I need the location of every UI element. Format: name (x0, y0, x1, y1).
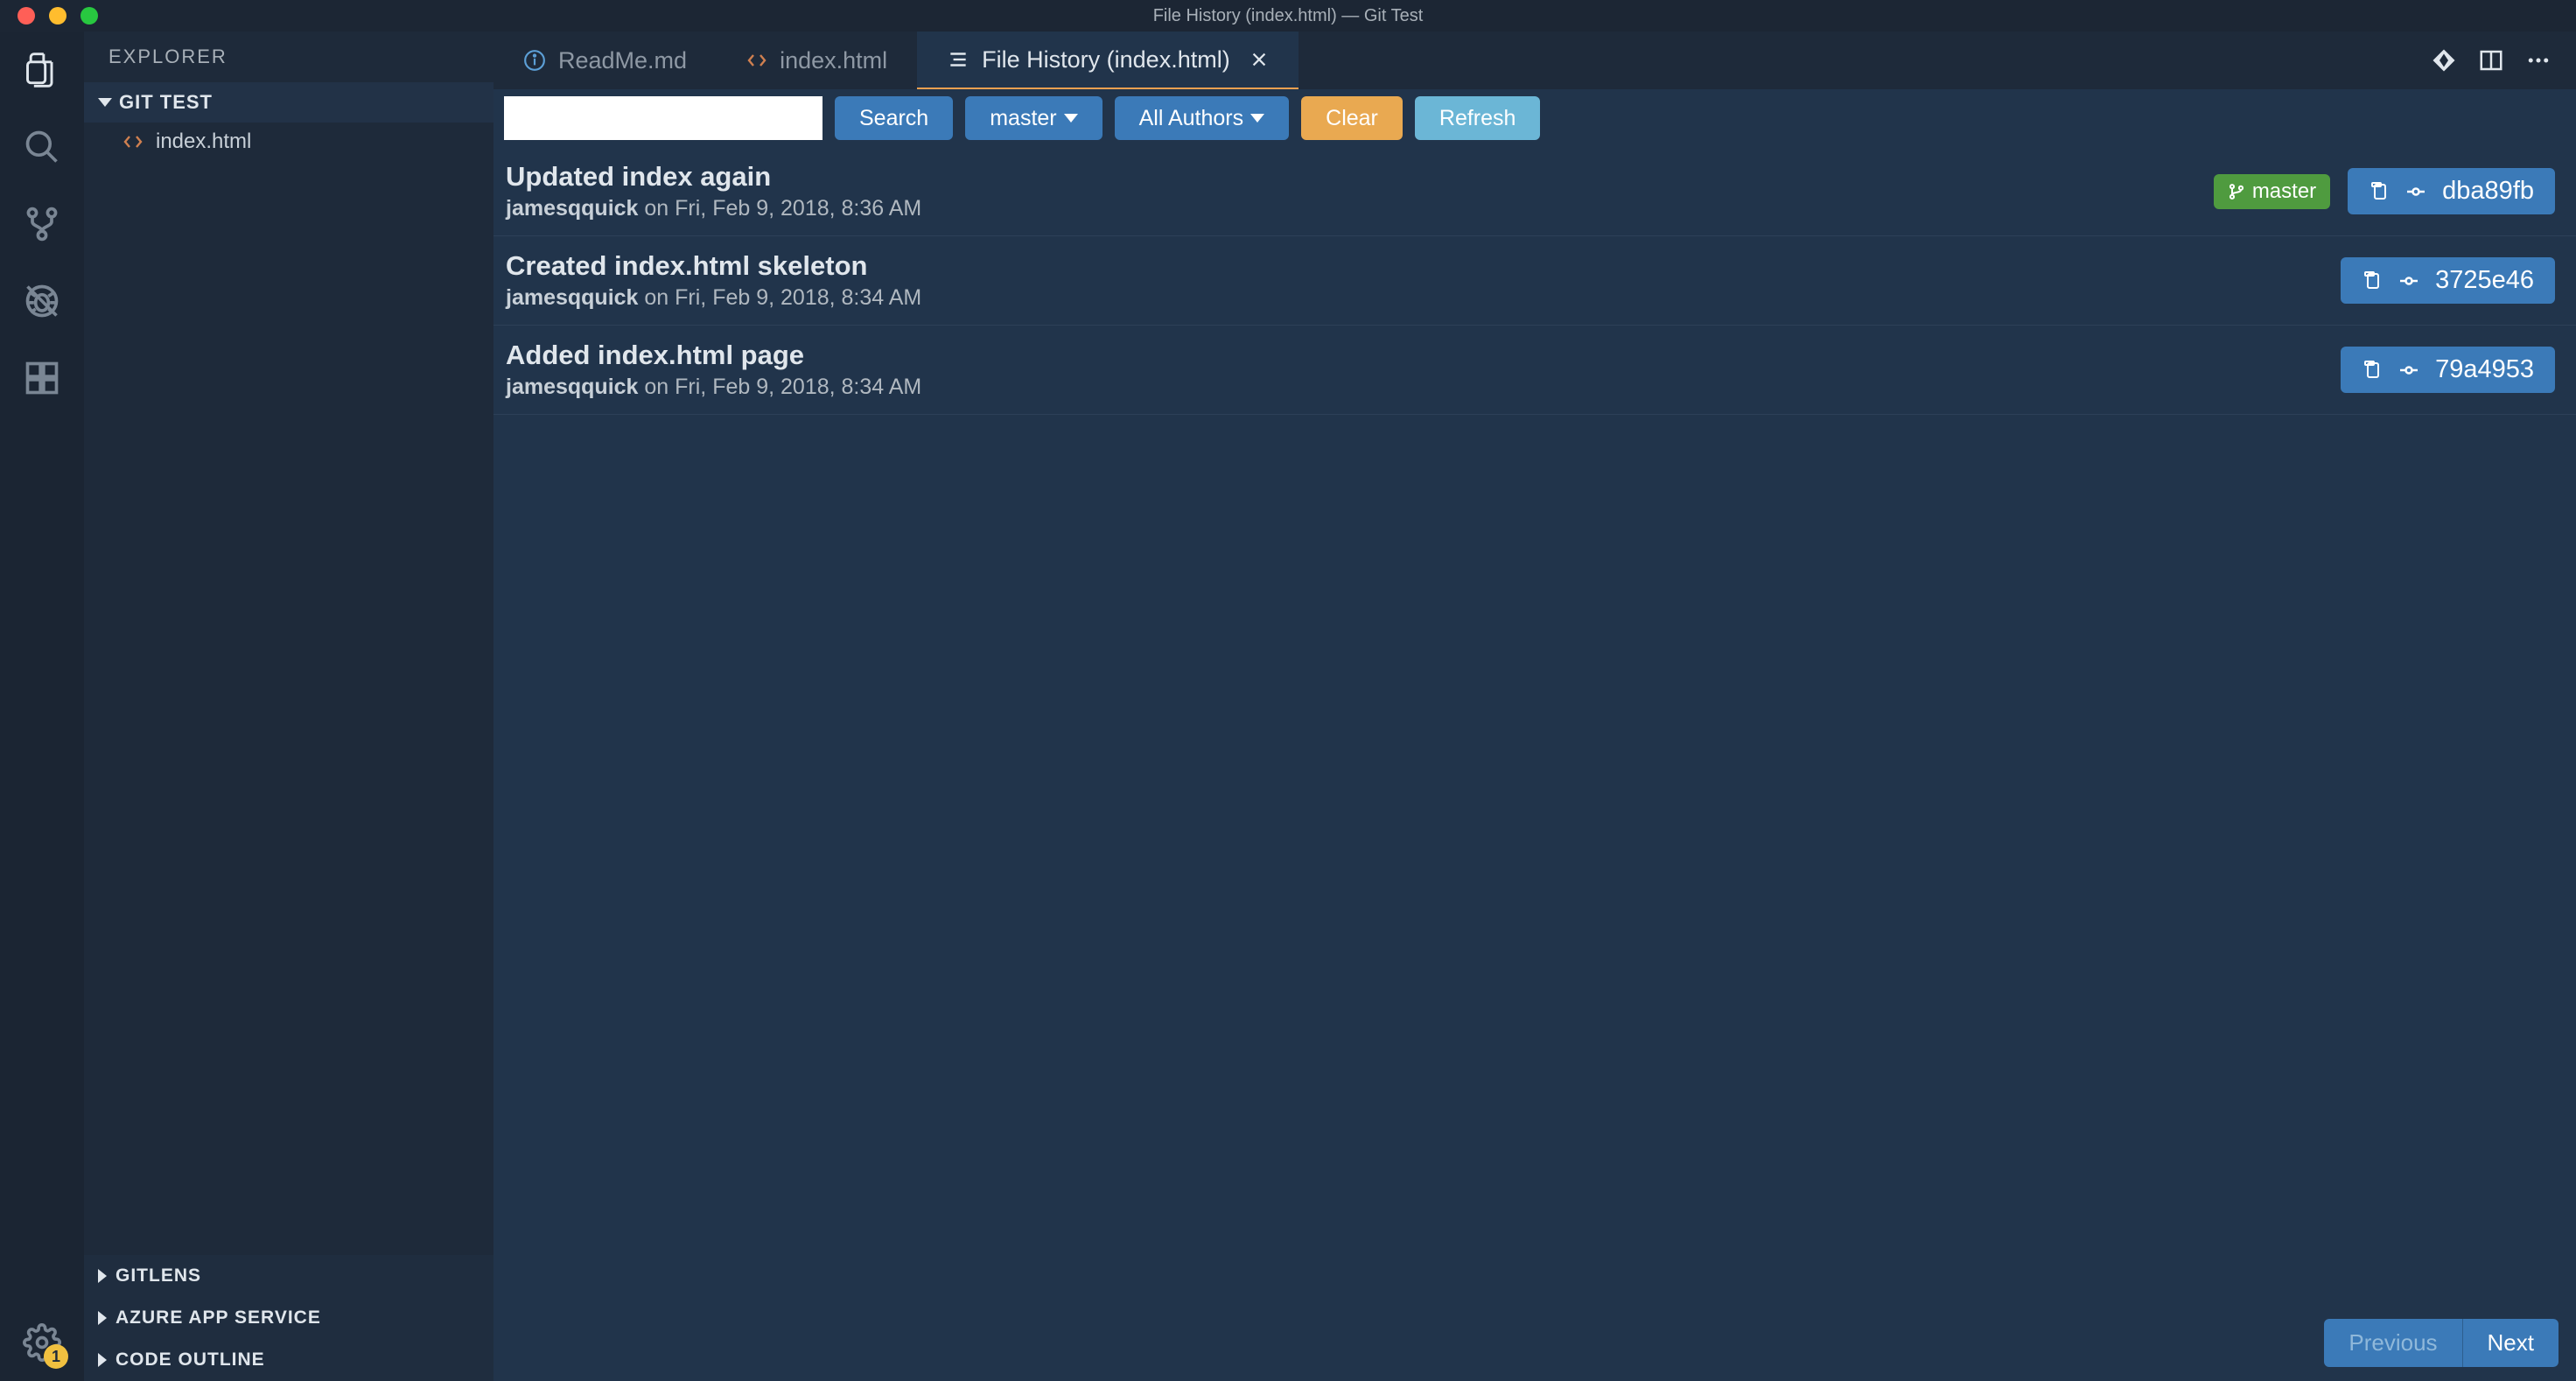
list-icon (947, 48, 970, 71)
branch-label: master (990, 106, 1056, 131)
clipboard-icon (2369, 181, 2390, 202)
commit-hash-pill[interactable]: 3725e46 (2341, 257, 2555, 304)
settings-badge: 1 (44, 1344, 68, 1369)
tab-readme[interactable]: ReadMe.md (494, 32, 717, 89)
commit-meta: jamesqquick on Fri, Feb 9, 2018, 8:36 AM (506, 196, 2214, 221)
sidebar-section-code-outline[interactable]: CODE OUTLINE (84, 1339, 494, 1381)
commits-list: Updated index again jamesqquick on Fri, … (494, 147, 2576, 1381)
tab-label: File History (index.html) (982, 46, 1230, 74)
tab-label: ReadMe.md (558, 47, 687, 74)
search-icon[interactable] (21, 126, 63, 168)
chevron-right-icon (98, 1353, 107, 1367)
commit-row[interactable]: Updated index again jamesqquick on Fri, … (494, 147, 2576, 236)
refresh-button[interactable]: Refresh (1415, 96, 1541, 140)
debug-icon[interactable] (21, 280, 63, 322)
previous-button[interactable]: Previous (2324, 1319, 2462, 1367)
history-toolbar: Search master All Authors Clear Refresh (494, 89, 2576, 147)
sidebar-section-label: CODE OUTLINE (116, 1349, 265, 1370)
commit-title: Created index.html skeleton (506, 250, 2341, 282)
close-icon[interactable] (1250, 50, 1269, 69)
sidebar-section-gitlens[interactable]: GITLENS (84, 1255, 494, 1297)
commit-meta: jamesqquick on Fri, Feb 9, 2018, 8:34 AM (506, 285, 2341, 311)
caret-down-icon (1064, 114, 1078, 123)
sidebar: EXPLORER GIT TEST index.html GITLENS AZU… (84, 32, 494, 1381)
branch-dropdown[interactable]: master (965, 96, 1102, 140)
tab-label: index.html (780, 47, 887, 74)
commit-date: on Fri, Feb 9, 2018, 8:36 AM (644, 196, 921, 221)
commit-node-icon (2398, 270, 2419, 291)
sidebar-section-label: GITLENS (116, 1265, 201, 1286)
sidebar-item-index-html[interactable]: index.html (84, 123, 494, 161)
branch-label: master (2252, 179, 2316, 204)
commit-hash-pill[interactable]: 79a4953 (2341, 347, 2555, 393)
sidebar-section-label: GIT TEST (119, 91, 213, 114)
window-minimize-button[interactable] (49, 7, 66, 25)
commit-meta: jamesqquick on Fri, Feb 9, 2018, 8:34 AM (506, 375, 2341, 400)
window-close-button[interactable] (18, 7, 35, 25)
sidebar-section-azure[interactable]: AZURE APP SERVICE (84, 1297, 494, 1339)
commit-row[interactable]: Added index.html page jamesqquick on Fri… (494, 326, 2576, 415)
clear-button[interactable]: Clear (1301, 96, 1403, 140)
chevron-down-icon (98, 98, 112, 107)
commit-hash: dba89fb (2442, 177, 2534, 206)
branch-icon (2228, 183, 2245, 200)
commit-node-icon (2398, 360, 2419, 381)
sidebar-item-label: index.html (156, 130, 251, 154)
explorer-icon[interactable] (21, 49, 63, 91)
commit-date: on Fri, Feb 9, 2018, 8:34 AM (644, 375, 921, 399)
commit-title: Added index.html page (506, 340, 2341, 371)
extensions-icon[interactable] (21, 357, 63, 399)
commit-hash: 3725e46 (2435, 266, 2534, 295)
search-input[interactable] (504, 96, 822, 140)
next-button[interactable]: Next (2463, 1319, 2558, 1367)
code-file-icon (746, 50, 767, 71)
split-editor-icon[interactable] (2478, 47, 2504, 74)
authors-label: All Authors (1139, 106, 1244, 131)
chevron-right-icon (98, 1311, 107, 1325)
more-actions-icon[interactable] (2525, 47, 2552, 74)
tab-index-html[interactable]: index.html (717, 32, 917, 89)
window-maximize-button[interactable] (80, 7, 98, 25)
sidebar-section-label: AZURE APP SERVICE (116, 1307, 321, 1328)
editor-area: ReadMe.md index.html File History (index… (494, 32, 2576, 1381)
commit-hash: 79a4953 (2435, 355, 2534, 384)
chevron-right-icon (98, 1269, 107, 1283)
authors-dropdown[interactable]: All Authors (1115, 96, 1290, 140)
clipboard-icon (2362, 360, 2383, 381)
gitlens-toggle-icon[interactable] (2431, 47, 2457, 74)
code-file-icon (122, 131, 144, 152)
commit-hash-pill[interactable]: dba89fb (2348, 168, 2555, 214)
search-button[interactable]: Search (835, 96, 953, 140)
commit-author: jamesqquick (506, 375, 638, 399)
clipboard-icon (2362, 270, 2383, 291)
info-icon (523, 49, 546, 72)
pager: Previous Next (2324, 1319, 2558, 1367)
branch-badge: master (2214, 174, 2330, 209)
commit-title: Updated index again (506, 161, 2214, 193)
window-title: File History (index.html) — Git Test (1153, 6, 1424, 26)
settings-gear-icon[interactable]: 1 (21, 1321, 63, 1363)
source-control-icon[interactable] (21, 203, 63, 245)
commit-date: on Fri, Feb 9, 2018, 8:34 AM (644, 285, 921, 310)
caret-down-icon (1250, 114, 1264, 123)
activity-bar: 1 (0, 32, 84, 1381)
commit-author: jamesqquick (506, 285, 638, 310)
commit-author: jamesqquick (506, 196, 638, 221)
commit-node-icon (2405, 181, 2426, 202)
sidebar-header: EXPLORER (84, 32, 494, 82)
tabs-row: ReadMe.md index.html File History (index… (494, 32, 2576, 89)
tab-file-history[interactable]: File History (index.html) (917, 32, 1298, 89)
commit-row[interactable]: Created index.html skeleton jamesqquick … (494, 236, 2576, 326)
sidebar-section-git-test[interactable]: GIT TEST (84, 82, 494, 123)
